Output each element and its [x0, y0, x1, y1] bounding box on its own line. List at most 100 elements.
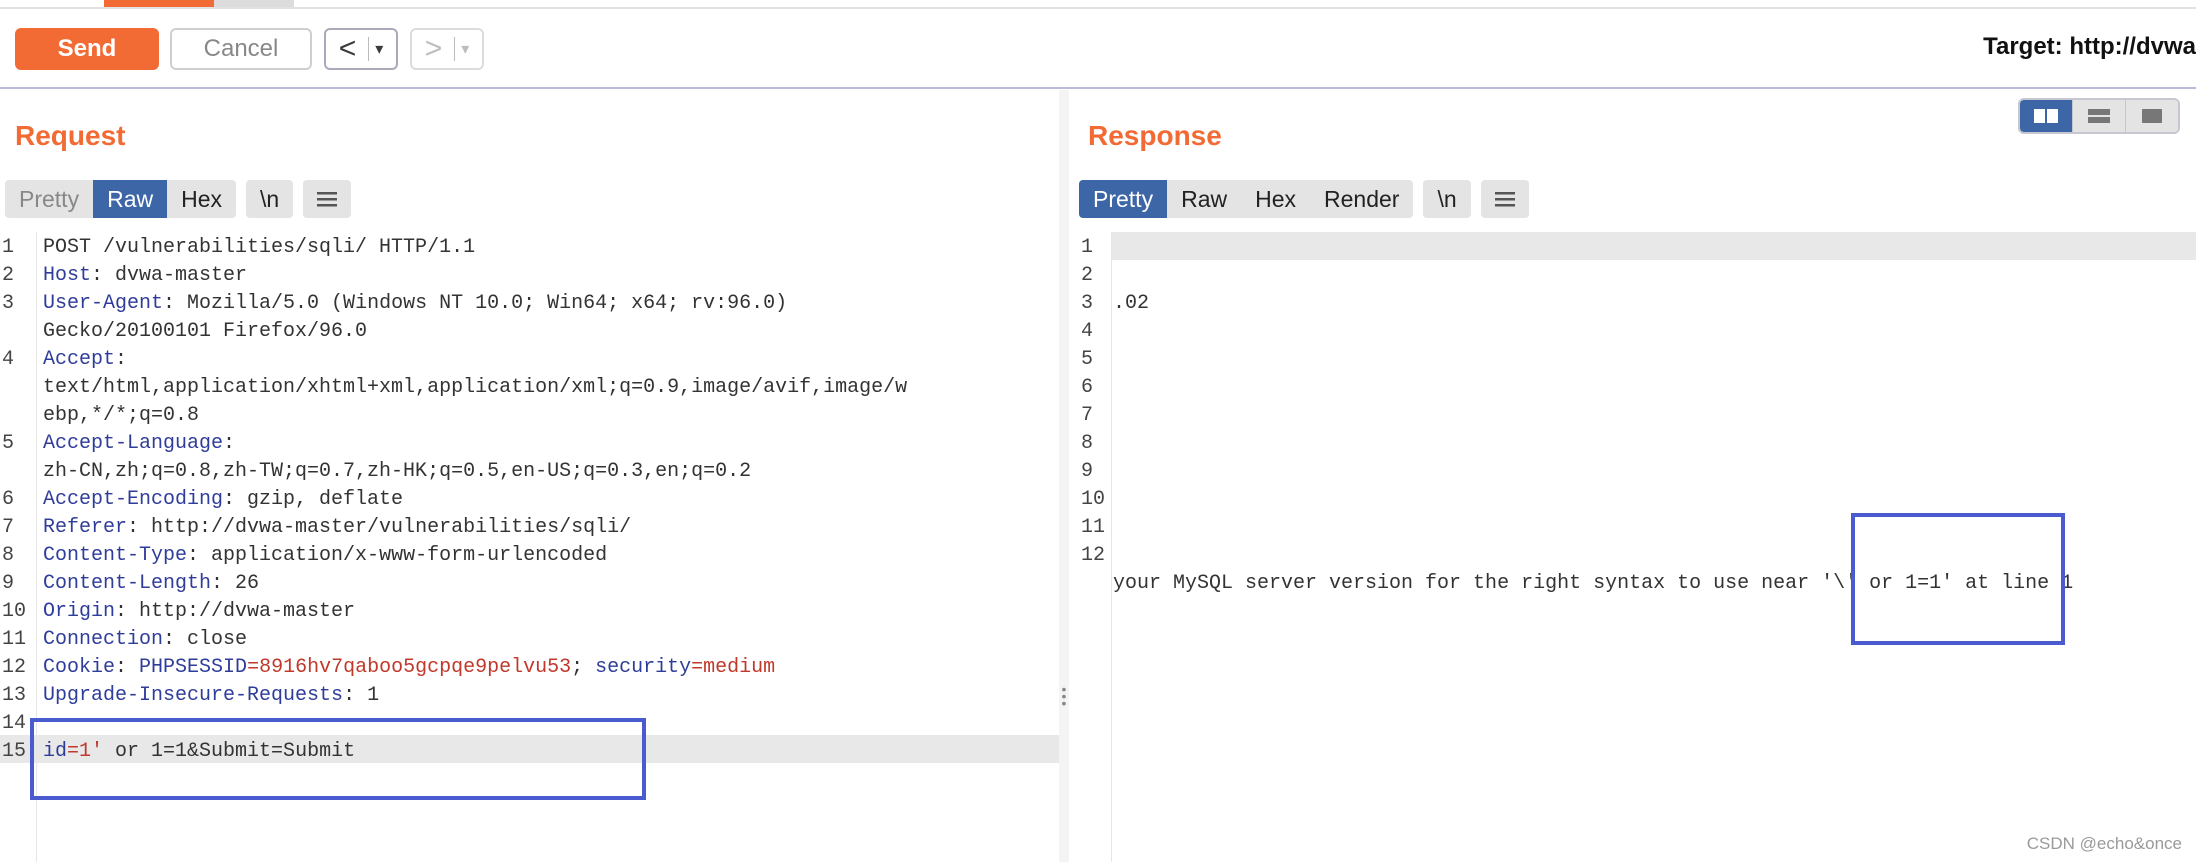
- code-token: : close: [163, 628, 248, 651]
- request-line: Content-Length: 26: [43, 572, 259, 595]
- active-repeater-tab[interactable]: [104, 0, 214, 7]
- chevron-left-icon: <: [338, 32, 357, 65]
- code-token: Gecko/20100101 Firefox/96.0: [43, 320, 368, 343]
- code-token: security: [595, 656, 692, 679]
- line-number: 10: [2, 600, 27, 623]
- code-token: Content-Type: [43, 544, 188, 567]
- hamburger-icon[interactable]: [303, 180, 352, 218]
- history-forward-button[interactable]: > ▾: [410, 28, 484, 70]
- request-line: Accept-Language:: [43, 432, 235, 455]
- code-token: : 26: [211, 572, 260, 595]
- code-token: text/html,application/xhtml+xml,applicat…: [43, 376, 908, 399]
- code-token: : http://dvwa-master: [115, 600, 356, 623]
- response-panel-title: Response: [1088, 120, 1222, 151]
- line-number: 9: [1081, 460, 1094, 483]
- line-number: 11: [2, 628, 27, 651]
- code-token: :: [115, 348, 128, 371]
- top-tab-strip: [0, 0, 2196, 9]
- line-number: 5: [2, 432, 15, 455]
- line-number: 4: [1081, 320, 1094, 343]
- current-line-highlight: [1112, 232, 2196, 260]
- code-token: Upgrade-Insecure-Requests: [43, 684, 344, 707]
- line-number: 11: [1081, 516, 1106, 539]
- request-line: ebp,*/*;q=0.8: [43, 404, 199, 427]
- drag-handle-icon[interactable]: • • •: [1059, 682, 1069, 710]
- code-token: zh-CN,zh;q=0.8,zh-TW;q=0.7,zh-HK;q=0.5,e…: [43, 460, 752, 483]
- line-number: 6: [2, 488, 15, 511]
- line-number: 4: [2, 348, 15, 371]
- line-number: 3: [2, 292, 15, 315]
- watermark: CSDN @echo&once: [2026, 834, 2182, 853]
- code-token: Content-Length: [43, 572, 212, 595]
- tab-raw[interactable]: Raw: [93, 180, 168, 218]
- tab-render[interactable]: Render: [1310, 180, 1414, 218]
- request-line: Accept-Encoding: gzip, deflate: [43, 488, 403, 511]
- request-line: Gecko/20100101 Firefox/96.0: [43, 320, 367, 343]
- payload-highlight-box: [30, 718, 646, 800]
- request-line: Connection: close: [43, 628, 247, 651]
- code-token: PHPSESSID: [139, 656, 248, 679]
- line-number: 2: [2, 264, 15, 287]
- code-token: ebp,*/*;q=0.8: [43, 404, 200, 427]
- request-toolbar: Send Cancel < ▾ > ▾ Target: http://dvwa: [0, 9, 2196, 89]
- line-number: 10: [1081, 488, 1106, 511]
- code-token: Referer: [43, 516, 128, 539]
- code-token: : 1: [343, 684, 380, 707]
- request-panel-title: Request: [15, 120, 126, 151]
- hamburger-icon[interactable]: [1480, 180, 1529, 218]
- tab-pretty[interactable]: Pretty: [1079, 180, 1168, 218]
- code-token: :: [223, 432, 236, 455]
- tab-raw[interactable]: Raw: [1167, 180, 1242, 218]
- request-line: zh-CN,zh;q=0.8,zh-TW;q=0.7,zh-HK;q=0.5,e…: [43, 460, 751, 483]
- code-token: : application/x-www-form-urlencoded: [187, 544, 608, 567]
- line-number: 1: [2, 236, 15, 259]
- stacked-layout-icon[interactable]: [2072, 100, 2125, 132]
- history-back-button[interactable]: < ▾: [324, 28, 398, 70]
- code-token: =medium: [691, 656, 776, 679]
- side-by-side-layout-icon[interactable]: [2020, 100, 2072, 132]
- line-number: 7: [2, 516, 15, 539]
- line-number: 13: [2, 684, 27, 707]
- code-token: : Mozilla/5.0 (Windows NT 10.0; Win64; x…: [163, 292, 788, 315]
- repeater-tab[interactable]: [214, 0, 294, 7]
- code-token: Host: [43, 264, 92, 287]
- send-button[interactable]: Send: [15, 28, 159, 70]
- dropdown-arrow-icon[interactable]: ▾: [461, 39, 469, 59]
- code-token: : gzip, deflate: [223, 488, 404, 511]
- request-line: Host: dvwa-master: [43, 264, 247, 287]
- line-number: 6: [1081, 376, 1094, 399]
- response-line: .02: [1113, 292, 1150, 315]
- error-highlight-box: [1851, 513, 2065, 645]
- tab-hex[interactable]: Hex: [1241, 180, 1310, 218]
- request-line: POST /vulnerabilities/sqli/ HTTP/1.1: [43, 236, 475, 259]
- panel-divider[interactable]: [1059, 90, 1069, 862]
- line-number: 2: [1081, 264, 1094, 287]
- target-label[interactable]: Target: http://dvwa: [1983, 33, 2196, 61]
- code-token: Connection: [43, 628, 164, 651]
- single-panel-layout-icon[interactable]: [2125, 100, 2178, 132]
- request-line: Origin: http://dvwa-master: [43, 600, 355, 623]
- tab-hex[interactable]: Hex: [167, 180, 236, 218]
- code-token: ;: [571, 656, 596, 679]
- code-token: : dvwa-master: [91, 264, 248, 287]
- code-token: POST /vulnerabilities/sqli/ HTTP/1.1: [43, 236, 476, 259]
- line-number: 12: [1081, 544, 1106, 567]
- dropdown-arrow-icon[interactable]: ▾: [375, 39, 383, 59]
- panel-layout-toggle: [2018, 98, 2180, 134]
- code-token: Origin: [43, 600, 116, 623]
- line-number: 5: [1081, 348, 1094, 371]
- newline-toggle[interactable]: \n: [1423, 180, 1471, 218]
- code-token: =8916hv7qaboo5gcpqe9pelvu53: [247, 656, 572, 679]
- request-view-tabs: Pretty Raw Hex \n: [5, 180, 352, 218]
- tab-pretty[interactable]: Pretty: [5, 180, 94, 218]
- code-token: Accept: [43, 348, 116, 371]
- request-line: text/html,application/xhtml+xml,applicat…: [43, 376, 907, 399]
- newline-toggle[interactable]: \n: [246, 180, 294, 218]
- chevron-right-icon: >: [424, 32, 443, 65]
- request-line: Upgrade-Insecure-Requests: 1: [43, 684, 379, 707]
- line-number: 7: [1081, 404, 1094, 427]
- request-line: Content-Type: application/x-www-form-url…: [43, 544, 607, 567]
- cancel-button[interactable]: Cancel: [170, 28, 312, 70]
- line-number: 8: [1081, 432, 1094, 455]
- request-line: Cookie: PHPSESSID=8916hv7qaboo5gcpqe9pel…: [43, 656, 775, 679]
